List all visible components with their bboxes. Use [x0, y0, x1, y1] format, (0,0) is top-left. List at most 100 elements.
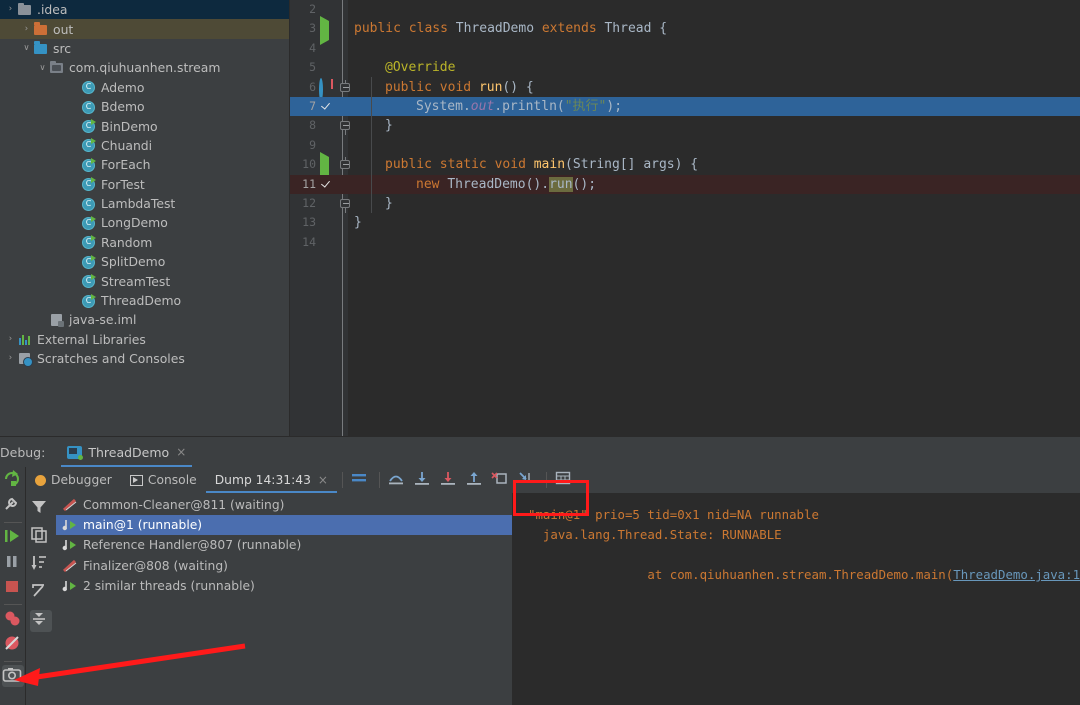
step-out-icon[interactable] — [465, 470, 487, 490]
filter-icon[interactable] — [30, 498, 52, 520]
code-editor[interactable]: 23public class ThreadDemo extends Thread… — [290, 0, 1080, 437]
code-line-4[interactable]: 4 — [290, 39, 1080, 58]
rerun-icon[interactable] — [2, 469, 24, 491]
thread-dump-view[interactable]: "main@1" prio=5 tid=0x1 nid=NA runnable … — [513, 493, 1080, 705]
tree-item-com-qiuhuanhen-stream[interactable]: ∨com.qiuhuanhen.stream — [0, 58, 290, 77]
folder-orange-icon — [33, 22, 49, 37]
tree-item-random[interactable]: ·CRandom — [0, 233, 290, 252]
tree-item-out[interactable]: ›out — [0, 19, 290, 38]
code-line-12[interactable]: 12} — [290, 194, 1080, 213]
resume-icon[interactable] — [2, 526, 24, 548]
run-to-cursor-icon[interactable] — [517, 470, 539, 490]
code-line-5[interactable]: 5@Override — [290, 58, 1080, 77]
chevron-down-icon[interactable]: ∨ — [36, 64, 49, 73]
fold-region-end-icon[interactable] — [337, 194, 350, 213]
tree-item-bdemo[interactable]: ·CBdemo — [0, 97, 290, 116]
tree-item-longdemo[interactable]: ·CLongDemo — [0, 213, 290, 232]
fold-region-start-icon[interactable] — [337, 78, 350, 97]
tree-item-ademo[interactable]: ·CAdemo — [0, 78, 290, 97]
collapse-icon[interactable] — [30, 610, 52, 632]
chevron-right-icon[interactable]: › — [20, 25, 33, 34]
mute-breakpoints-icon[interactable] — [350, 470, 372, 490]
debug-subtab-dump-14-31-43[interactable]: Dump 14:31:43× — [206, 467, 337, 493]
tree-item--idea[interactable]: ›.idea — [0, 0, 290, 19]
chevron-right-icon: · — [68, 199, 81, 208]
code-line-6[interactable]: 6public void run() { — [290, 78, 1080, 97]
close-icon[interactable]: × — [176, 445, 186, 459]
settings-icon[interactable] — [2, 494, 24, 516]
code-line-8[interactable]: 8} — [290, 116, 1080, 135]
export-icon[interactable] — [30, 582, 52, 604]
copy-icon[interactable] — [30, 526, 52, 548]
threads-dump-divider[interactable] — [512, 493, 513, 705]
threads-panel[interactable]: Common-Cleaner@811 (waiting)main@1 (runn… — [26, 495, 513, 705]
thread-row[interactable]: Common-Cleaner@811 (waiting) — [56, 495, 513, 515]
thread-row[interactable]: main@1 (runnable) — [56, 515, 513, 535]
tree-item-scratches-and-consoles[interactable]: ›Scratches and Consoles — [0, 349, 290, 368]
code-line-14[interactable]: 14 — [290, 233, 1080, 252]
code-line-11[interactable]: 11new ThreadDemo().run(); — [290, 175, 1080, 194]
tree-item-external-libraries[interactable]: ›External Libraries — [0, 330, 290, 349]
editor-lines[interactable]: 23public class ThreadDemo extends Thread… — [290, 0, 1080, 252]
debug-toolbar[interactable]: DebuggerConsoleDump 14:31:43× — [26, 467, 1080, 493]
breakpoints-icon[interactable] — [2, 608, 24, 630]
tree-item-fortest[interactable]: ·CForTest — [0, 175, 290, 194]
code-line-9[interactable]: 9 — [290, 136, 1080, 155]
tree-item-chuandi[interactable]: ·CChuandi — [0, 136, 290, 155]
tree-item-lambdatest[interactable]: ·CLambdaTest — [0, 194, 290, 213]
evaluate-expression-icon[interactable] — [554, 470, 576, 490]
chevron-down-icon[interactable]: ∨ — [20, 44, 33, 53]
project-tree-panel[interactable]: ›.idea›out∨src∨com.qiuhuanhen.stream·CAd… — [0, 0, 290, 437]
breakpoint-icon[interactable] — [318, 99, 333, 114]
close-icon[interactable]: × — [318, 473, 328, 487]
chevron-right-icon: · — [68, 180, 81, 189]
tree-item-bindemo[interactable]: ·CBinDemo — [0, 116, 290, 135]
thread-row[interactable]: Finalizer@808 (waiting) — [56, 556, 513, 576]
run-gutter-icon[interactable] — [318, 21, 333, 36]
override-method-icon[interactable] — [318, 80, 333, 95]
thread-row[interactable]: 2 similar threads (runnable) — [56, 576, 513, 596]
tree-item-threaddemo[interactable]: ·CThreadDemo — [0, 291, 290, 310]
debug-subtab-debugger[interactable]: Debugger — [26, 467, 121, 493]
code-line-10[interactable]: 10public static void main(String[] args)… — [290, 155, 1080, 174]
chevron-right-icon[interactable]: › — [4, 5, 17, 14]
stop-icon[interactable] — [2, 576, 24, 598]
tree-item-label: Random — [101, 235, 152, 250]
debug-left-toolbar[interactable] — [0, 467, 26, 705]
mute-breakpoints-icon[interactable] — [2, 633, 24, 655]
fold-region-end-icon[interactable] — [337, 116, 350, 135]
line-number: 7 — [290, 97, 316, 116]
get-thread-dump-icon[interactable] — [2, 665, 24, 687]
threads-side-toolbar[interactable] — [26, 495, 56, 705]
step-into-icon[interactable] — [413, 470, 435, 490]
code-line-2[interactable]: 2 — [290, 0, 1080, 19]
tree-item-java-se-iml[interactable]: ·java-se.iml — [0, 310, 290, 329]
threads-list[interactable]: Common-Cleaner@811 (waiting)main@1 (runn… — [56, 495, 513, 596]
force-step-into-icon[interactable] — [439, 470, 461, 490]
drop-frame-icon[interactable] — [491, 470, 513, 490]
chevron-right-icon: · — [68, 122, 81, 131]
code-text: } — [354, 116, 393, 135]
tree-item-splitdemo[interactable]: ·CSplitDemo — [0, 252, 290, 271]
breakpoint-icon[interactable] — [318, 177, 333, 192]
chevron-right-icon[interactable]: › — [4, 335, 17, 344]
tree-item-src[interactable]: ∨src — [0, 39, 290, 58]
run-gutter-icon[interactable] — [318, 157, 333, 172]
folder-grey-icon — [17, 2, 33, 17]
code-line-3[interactable]: 3public class ThreadDemo extends Thread … — [290, 19, 1080, 38]
step-over-icon[interactable] — [387, 470, 409, 490]
debug-subtab-console[interactable]: Console — [121, 467, 206, 493]
sort-icon[interactable] — [30, 554, 52, 576]
chevron-right-icon[interactable]: › — [4, 354, 17, 363]
tree-item-streamtest[interactable]: ·CStreamTest — [0, 271, 290, 290]
stack-source-link[interactable]: ThreadDemo.java:11 — [953, 567, 1080, 582]
fold-region-start-icon[interactable] — [337, 155, 350, 174]
thread-row[interactable]: Reference Handler@807 (runnable) — [56, 535, 513, 555]
code-line-7[interactable]: 7System.out.println("执行"); — [290, 97, 1080, 116]
sidebar-editor-divider[interactable] — [289, 0, 290, 437]
tree-item-foreach[interactable]: ·CForEach — [0, 155, 290, 174]
debug-session-tab[interactable]: ThreadDemo × — [61, 437, 192, 467]
tree-item-label: Chuandi — [101, 138, 152, 153]
code-line-13[interactable]: 13} — [290, 213, 1080, 232]
pause-icon[interactable] — [2, 551, 24, 573]
